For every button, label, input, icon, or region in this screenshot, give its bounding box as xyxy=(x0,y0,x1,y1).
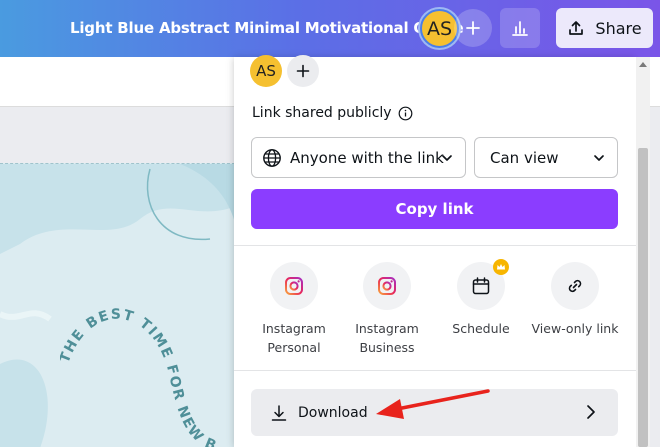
permission-select-value: Can view xyxy=(490,148,559,167)
permission-select[interactable]: Can view xyxy=(474,137,618,178)
premium-crown-icon xyxy=(493,259,509,275)
copy-link-button[interactable]: Copy link xyxy=(251,189,618,229)
add-collaborator-button[interactable] xyxy=(454,9,492,47)
access-select[interactable]: Anyone with the link xyxy=(251,137,466,178)
share-option-view-only-link[interactable]: View-only link xyxy=(525,262,625,338)
access-select-value: Anyone with the link xyxy=(290,148,444,167)
instagram-business-button[interactable] xyxy=(363,262,411,310)
bar-chart-icon xyxy=(512,21,528,36)
add-people-button[interactable] xyxy=(287,55,319,87)
document-title[interactable]: Light Blue Abstract Minimal Motivational… xyxy=(70,19,464,37)
plus-icon xyxy=(466,21,480,35)
insights-button[interactable] xyxy=(500,8,540,48)
quote-arc-text: THE BEST TIME FOR NEW BEGINNINGS xyxy=(53,227,220,447)
schedule-button[interactable] xyxy=(457,259,509,310)
calendar-icon xyxy=(472,277,490,295)
link-access-heading: Link shared publicly xyxy=(252,105,413,121)
chevron-right-icon xyxy=(587,405,595,419)
schedule-label: Schedule xyxy=(452,321,510,336)
instagram-personal-button[interactable] xyxy=(270,262,318,310)
link-icon xyxy=(568,279,582,293)
chevron-down-icon xyxy=(594,155,604,161)
upload-icon xyxy=(569,21,584,35)
globe-icon xyxy=(263,148,281,167)
download-button[interactable]: Download xyxy=(251,389,618,436)
instagram-icon xyxy=(285,277,303,295)
view-only-link-label: View-only link xyxy=(531,321,619,336)
share-option-instagram-personal[interactable]: Instagram Personal xyxy=(244,262,344,357)
download-label: Download xyxy=(298,404,368,421)
divider xyxy=(234,245,636,246)
instagram-personal-label: Instagram Personal xyxy=(262,321,326,355)
share-button[interactable]: Share xyxy=(556,8,653,48)
share-option-schedule[interactable]: Schedule xyxy=(431,259,531,338)
top-bar: Light Blue Abstract Minimal Motivational… xyxy=(0,0,660,57)
download-icon xyxy=(270,404,288,422)
panel-scrollbar-thumb[interactable] xyxy=(638,148,648,447)
instagram-icon xyxy=(378,277,396,295)
scroll-up-arrow[interactable] xyxy=(639,62,647,67)
share-label: Share xyxy=(595,18,642,38)
info-icon[interactable] xyxy=(398,106,413,121)
instagram-business-label: Instagram Business xyxy=(355,321,419,355)
divider xyxy=(234,370,636,371)
design-canvas[interactable]: THE BEST TIME FOR NEW BEGINNINGS xyxy=(0,163,240,447)
quote-text[interactable]: THE BEST TIME FOR NEW BEGINNINGS xyxy=(53,227,240,447)
share-option-instagram-business[interactable]: Instagram Business xyxy=(337,262,437,357)
link-access-label: Link shared publicly xyxy=(252,105,392,121)
collaborator-avatar[interactable]: AS xyxy=(250,55,282,87)
svg-text:THE BEST TIME FOR NEW BEGINNIN: THE BEST TIME FOR NEW BEGINNINGS xyxy=(60,239,220,447)
chevron-down-icon xyxy=(442,155,452,161)
view-only-link-button[interactable] xyxy=(551,262,599,310)
plus-icon xyxy=(296,64,310,78)
